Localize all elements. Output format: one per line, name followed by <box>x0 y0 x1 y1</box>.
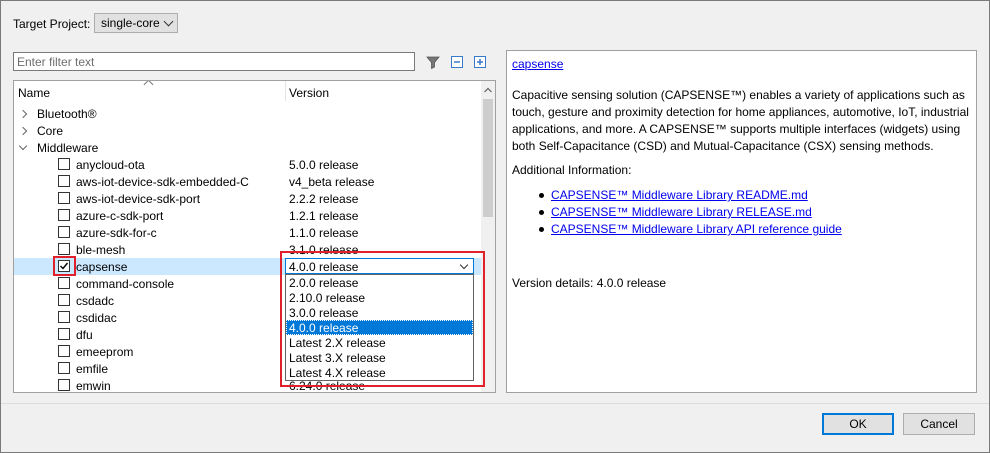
library-name: azure-c-sdk-port <box>76 209 164 223</box>
library-name: emeeprom <box>76 345 134 359</box>
library-checkbox[interactable] <box>58 345 70 357</box>
library-name: command-console <box>76 277 175 291</box>
library-checkbox[interactable] <box>58 243 70 255</box>
dropdown-highlight-box <box>280 251 485 387</box>
api-reference-link[interactable]: CAPSENSE™ Middleware Library API referen… <box>551 222 842 236</box>
scroll-up-icon[interactable] <box>481 83 495 97</box>
checkbox-highlight-box <box>53 256 76 276</box>
library-checkbox[interactable] <box>58 311 70 323</box>
tree-item-aws-iot-device-sdk-embedded-c[interactable]: aws-iot-device-sdk-embedded-C v4_beta re… <box>14 173 481 190</box>
collapse-arrow-icon[interactable] <box>18 141 28 151</box>
description-line: both Self-Capacitance (CSD) and Mutual-C… <box>512 139 934 153</box>
expand-all-icon[interactable] <box>472 54 488 70</box>
library-checkbox[interactable] <box>58 158 70 170</box>
library-version[interactable]: 1.1.0 release <box>289 226 358 240</box>
sort-arrow-icon <box>143 81 154 90</box>
additional-info-label: Additional Information: <box>512 163 632 177</box>
library-version[interactable]: 2.2.2 release <box>289 192 358 206</box>
scrollbar-thumb[interactable] <box>483 99 493 217</box>
chevron-down-icon <box>163 16 174 27</box>
collapse-all-icon[interactable] <box>449 54 465 70</box>
target-project-label: Target Project: <box>13 17 91 31</box>
bullet <box>539 193 544 198</box>
library-name: csdidac <box>76 311 117 325</box>
footer-divider <box>1 403 989 404</box>
tree-item-azure-sdk-for-c[interactable]: azure-sdk-for-c 1.1.0 release <box>14 224 481 241</box>
bullet <box>539 210 544 215</box>
column-name-header[interactable]: Name <box>18 86 50 100</box>
library-checkbox[interactable] <box>58 328 70 340</box>
library-checkbox[interactable] <box>58 379 70 391</box>
library-checkbox[interactable] <box>58 209 70 221</box>
library-name: emwin <box>76 379 111 393</box>
filter-field[interactable] <box>13 52 415 71</box>
version-details: Version details: 4.0.0 release <box>512 276 667 290</box>
library-name: anycloud-ota <box>76 158 145 172</box>
ok-button[interactable]: OK <box>822 413 894 435</box>
column-version-header[interactable]: Version <box>289 86 329 100</box>
tree-item-aws-iot-device-sdk-port[interactable]: aws-iot-device-sdk-port 2.2.2 release <box>14 190 481 207</box>
cancel-button[interactable]: Cancel <box>903 413 975 435</box>
release-link[interactable]: CAPSENSE™ Middleware Library RELEASE.md <box>551 205 812 219</box>
column-divider[interactable] <box>285 81 286 101</box>
tree-item-anycloud-ota[interactable]: anycloud-ota 5.0.0 release <box>14 156 481 173</box>
library-name: aws-iot-device-sdk-port <box>76 192 201 206</box>
library-name: azure-sdk-for-c <box>76 226 157 240</box>
library-checkbox[interactable] <box>58 294 70 306</box>
tree-item-label: Core <box>37 124 64 138</box>
tree-header: Name Version <box>14 81 481 101</box>
library-version[interactable]: 1.2.1 release <box>289 209 358 223</box>
library-name: dfu <box>76 328 93 342</box>
target-project-value: single-core <box>101 16 160 30</box>
library-version[interactable]: 5.0.0 release <box>289 158 358 172</box>
tree-item-middleware[interactable]: Middleware <box>14 139 481 156</box>
description-panel: capsense Capacitive sensing solution (CA… <box>506 50 977 393</box>
library-checkbox[interactable] <box>58 226 70 238</box>
library-checkbox[interactable] <box>58 192 70 204</box>
library-name: capsense <box>76 260 128 274</box>
description-line: applications, and more. A CAPSENSE™ supp… <box>512 122 961 136</box>
tree-item-label: Middleware <box>37 141 99 155</box>
library-checkbox[interactable] <box>58 175 70 187</box>
description-line: Capacitive sensing solution (CAPSENSE™) … <box>512 88 965 102</box>
description-line: touch, gesture and proximity detection f… <box>512 105 969 119</box>
library-name: ble-mesh <box>76 243 126 257</box>
description-title-link[interactable]: capsense <box>512 57 563 71</box>
library-name: csdadc <box>76 294 115 308</box>
tree-item-azure-c-sdk-port[interactable]: azure-c-sdk-port 1.2.1 release <box>14 207 481 224</box>
library-name: emfile <box>76 362 109 376</box>
expand-arrow-icon[interactable] <box>18 109 28 119</box>
tree-item-core[interactable]: Core <box>14 122 481 139</box>
tree-item-label: Bluetooth® <box>37 107 97 121</box>
target-project-select[interactable]: single-core <box>94 13 178 33</box>
tree-item-bluetooth[interactable]: Bluetooth® <box>14 105 481 122</box>
library-checkbox[interactable] <box>58 362 70 374</box>
library-checkbox[interactable] <box>58 277 70 289</box>
expand-arrow-icon[interactable] <box>18 126 28 136</box>
filter-icon[interactable] <box>425 54 441 70</box>
library-name: aws-iot-device-sdk-embedded-C <box>76 175 249 189</box>
readme-link[interactable]: CAPSENSE™ Middleware Library README.md <box>551 188 808 202</box>
filter-input[interactable] <box>17 54 411 69</box>
bullet <box>539 227 544 232</box>
library-version[interactable]: v4_beta release <box>289 175 374 189</box>
